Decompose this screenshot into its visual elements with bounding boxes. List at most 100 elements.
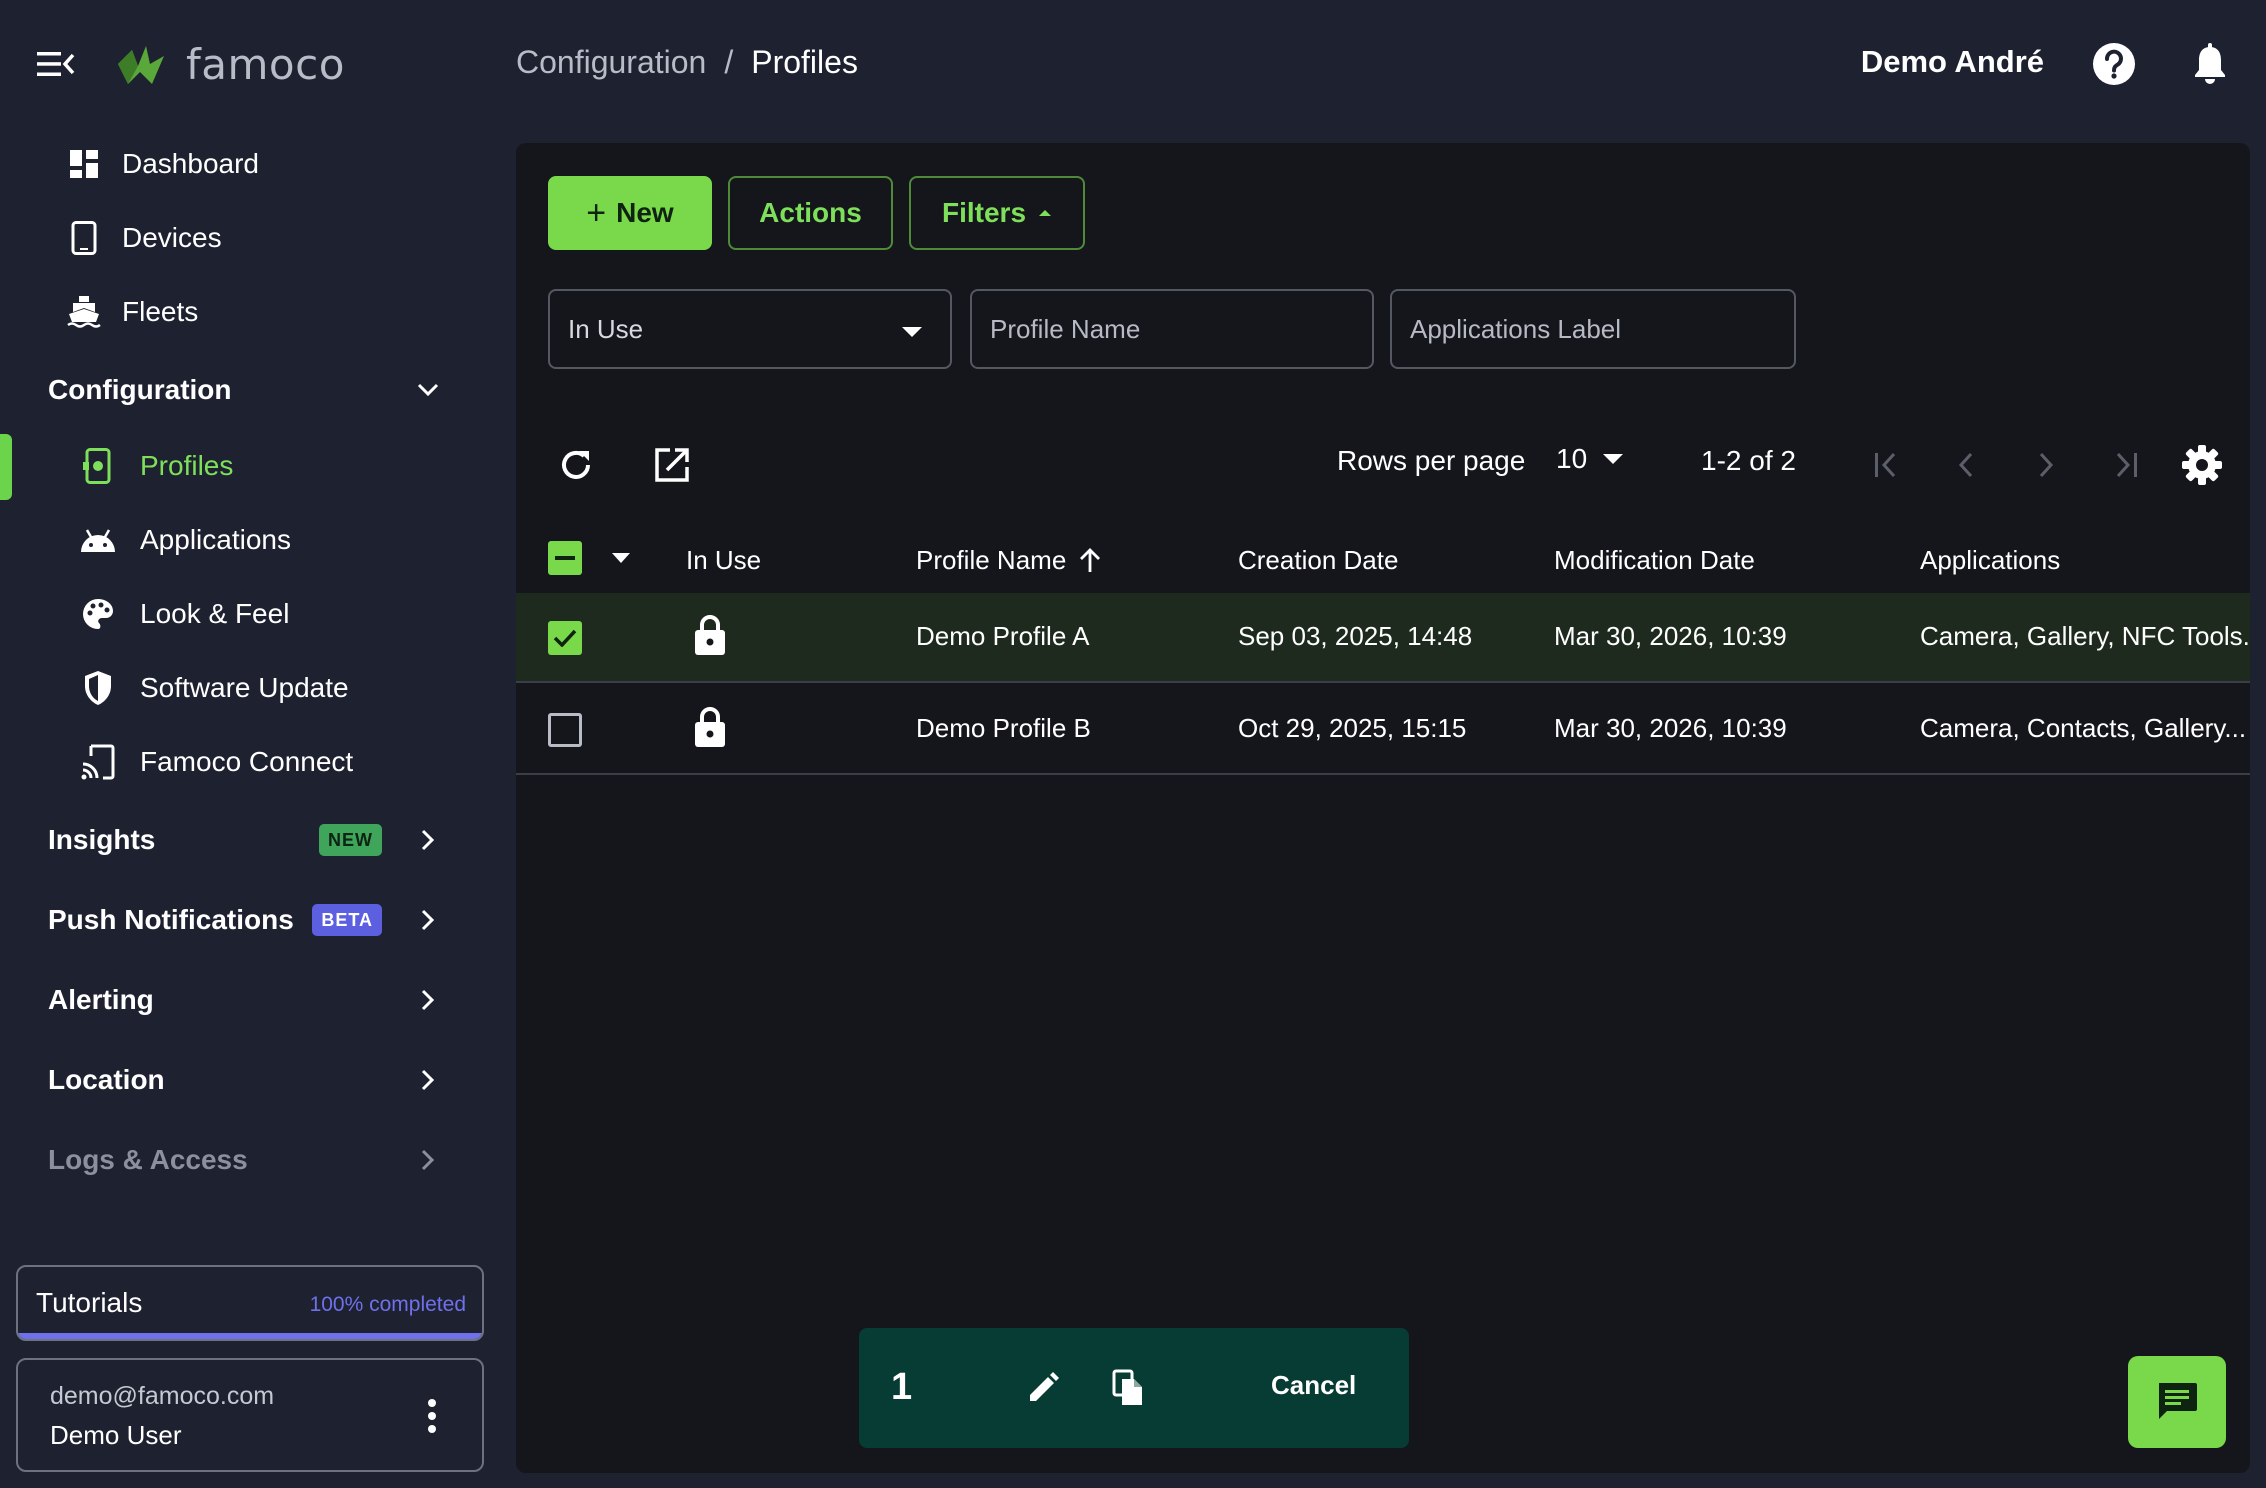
cast-icon — [78, 742, 118, 782]
brand-name: famoco — [186, 39, 345, 89]
profiles-panel: + New Actions Filters In Use Rows per pa… — [516, 143, 2250, 1473]
notifications-bell-icon[interactable] — [2186, 40, 2234, 88]
cell-creation-date: Oct 29, 2025, 15:15 — [1238, 713, 1467, 743]
sidebar-item-devices[interactable]: Devices — [64, 210, 222, 266]
rows-per-page-select[interactable]: 10 — [1556, 443, 1624, 475]
selection-action-bar: 1 Cancel — [859, 1328, 1409, 1448]
famoco-logo-icon — [116, 42, 166, 86]
bulk-select-dropdown-icon[interactable] — [606, 543, 636, 573]
column-applications[interactable]: Applications — [1920, 545, 2060, 576]
profile-settings-icon — [78, 446, 118, 486]
sidebar-item-famoco-connect[interactable]: Famoco Connect — [78, 734, 353, 790]
lock-icon — [690, 611, 730, 659]
row-checkbox[interactable] — [548, 713, 582, 747]
in-use-select[interactable]: In Use — [548, 289, 952, 369]
sidebar-section-push-notifications[interactable]: Push Notifications BETA — [48, 890, 448, 950]
header-user-name[interactable]: Demo André — [1861, 44, 2044, 80]
next-page-icon[interactable] — [2022, 441, 2070, 489]
page-range: 1-2 of 2 — [1701, 445, 1796, 476]
sidebar-item-label: Profiles — [140, 450, 234, 481]
new-profile-button[interactable]: + New — [548, 176, 712, 250]
refresh-icon[interactable] — [550, 439, 602, 491]
arrow-drop-down-icon — [1603, 454, 1624, 464]
caret-up-icon — [1038, 209, 1052, 217]
sidebar-section-logs-access[interactable]: Logs & Access — [48, 1130, 448, 1190]
column-creation-date[interactable]: Creation Date — [1238, 545, 1398, 576]
table-row[interactable]: Demo Profile A Sep 03, 2025, 14:48 Mar 3… — [516, 593, 2250, 683]
sidebar-section-insights[interactable]: Insights NEW — [48, 810, 448, 870]
edit-pencil-icon[interactable] — [1019, 1364, 1067, 1412]
help-icon[interactable] — [2090, 40, 2138, 88]
chevron-right-icon — [408, 1140, 448, 1180]
section-label: Configuration — [48, 374, 232, 405]
profile-name-filter — [970, 289, 1374, 369]
chevron-right-icon — [408, 980, 448, 1020]
sidebar-item-look-and-feel[interactable]: Look & Feel — [78, 586, 289, 642]
more-vertical-icon[interactable] — [412, 1394, 452, 1438]
sidebar-item-profiles[interactable]: Profiles — [78, 438, 233, 494]
sidebar-section-alerting[interactable]: Alerting — [48, 970, 448, 1030]
brand-header: famoco — [36, 38, 345, 90]
profile-name-input[interactable] — [990, 313, 1372, 345]
palette-icon — [78, 594, 118, 634]
cell-modification-date: Mar 30, 2026, 10:39 — [1554, 621, 1787, 651]
chevron-right-icon — [408, 900, 448, 940]
dashboard-icon — [64, 144, 104, 184]
first-page-icon[interactable] — [1862, 441, 1910, 489]
sidebar-item-label: Software Update — [140, 672, 349, 703]
section-label: Logs & Access — [48, 1144, 248, 1175]
shield-icon — [78, 668, 118, 708]
open-in-new-icon[interactable] — [646, 439, 698, 491]
tutorials-progress-text: 100% completed — [309, 1293, 466, 1316]
breadcrumb: Configuration / Profiles — [516, 44, 858, 81]
column-modification-date[interactable]: Modification Date — [1554, 545, 1755, 576]
table-row[interactable]: Demo Profile B Oct 29, 2025, 15:15 Mar 3… — [516, 685, 2250, 775]
breadcrumb-configuration[interactable]: Configuration — [516, 44, 706, 81]
select-all-checkbox[interactable] — [548, 541, 582, 575]
filters-button[interactable]: Filters — [909, 176, 1085, 250]
section-label: Insights — [48, 824, 156, 855]
table-header: In Use Profile Name Creation Date Modifi… — [516, 523, 2250, 593]
rows-per-page-label: Rows per page — [1337, 445, 1526, 476]
section-label: Alerting — [48, 984, 154, 1015]
sidebar-section-configuration[interactable]: Configuration — [48, 360, 448, 420]
cell-modification-date: Mar 30, 2026, 10:39 — [1554, 713, 1787, 743]
sidebar-item-label: Devices — [122, 222, 222, 253]
sidebar-item-fleets[interactable]: Fleets — [64, 284, 198, 340]
actions-button[interactable]: Actions — [728, 176, 893, 250]
user-display-name: Demo User — [50, 1420, 182, 1450]
sidebar-item-software-update[interactable]: Software Update — [78, 660, 349, 716]
sidebar-item-label: Famoco Connect — [140, 746, 354, 777]
last-page-icon[interactable] — [2102, 441, 2150, 489]
cancel-selection-button[interactable]: Cancel — [1271, 1370, 1356, 1401]
breadcrumb-separator: / — [724, 44, 734, 80]
column-in-use[interactable]: In Use — [686, 545, 761, 576]
menu-collapse-icon[interactable] — [36, 44, 76, 84]
tutorials-card[interactable]: Tutorials 100% completed — [16, 1265, 484, 1341]
applications-label-filter — [1390, 289, 1796, 369]
sidebar-item-dashboard[interactable]: Dashboard — [64, 136, 259, 192]
cell-applications: Camera, Gallery, NFC Tools... — [1920, 621, 2250, 651]
sidebar-section-location[interactable]: Location — [48, 1050, 448, 1110]
tutorials-label: Tutorials — [36, 1287, 143, 1318]
in-use-select-value: In Use — [568, 313, 644, 344]
arrow-drop-down-icon — [902, 327, 922, 337]
user-account-card: demo@famoco.com Demo User — [16, 1358, 484, 1472]
chevron-right-icon — [408, 820, 448, 860]
filters-button-label: Filters — [941, 197, 1027, 228]
breadcrumb-current: Profiles — [751, 44, 858, 80]
chat-icon — [2159, 1383, 2197, 1419]
section-label: Push Notifications — [48, 904, 294, 935]
user-email: demo@famoco.com — [50, 1382, 275, 1410]
gear-icon[interactable] — [2178, 441, 2226, 489]
column-profile-name[interactable]: Profile Name — [916, 545, 1102, 576]
sort-ascending-icon — [1078, 547, 1102, 574]
column-label: Profile Name — [916, 545, 1067, 575]
row-checkbox[interactable] — [548, 621, 582, 655]
cell-creation-date: Sep 03, 2025, 14:48 — [1238, 621, 1473, 651]
chat-support-button[interactable] — [2128, 1356, 2226, 1448]
applications-label-input[interactable] — [1410, 313, 1794, 345]
duplicate-icon[interactable] — [1105, 1364, 1153, 1412]
sidebar-item-applications[interactable]: Applications — [78, 512, 291, 568]
previous-page-icon[interactable] — [1942, 441, 1990, 489]
